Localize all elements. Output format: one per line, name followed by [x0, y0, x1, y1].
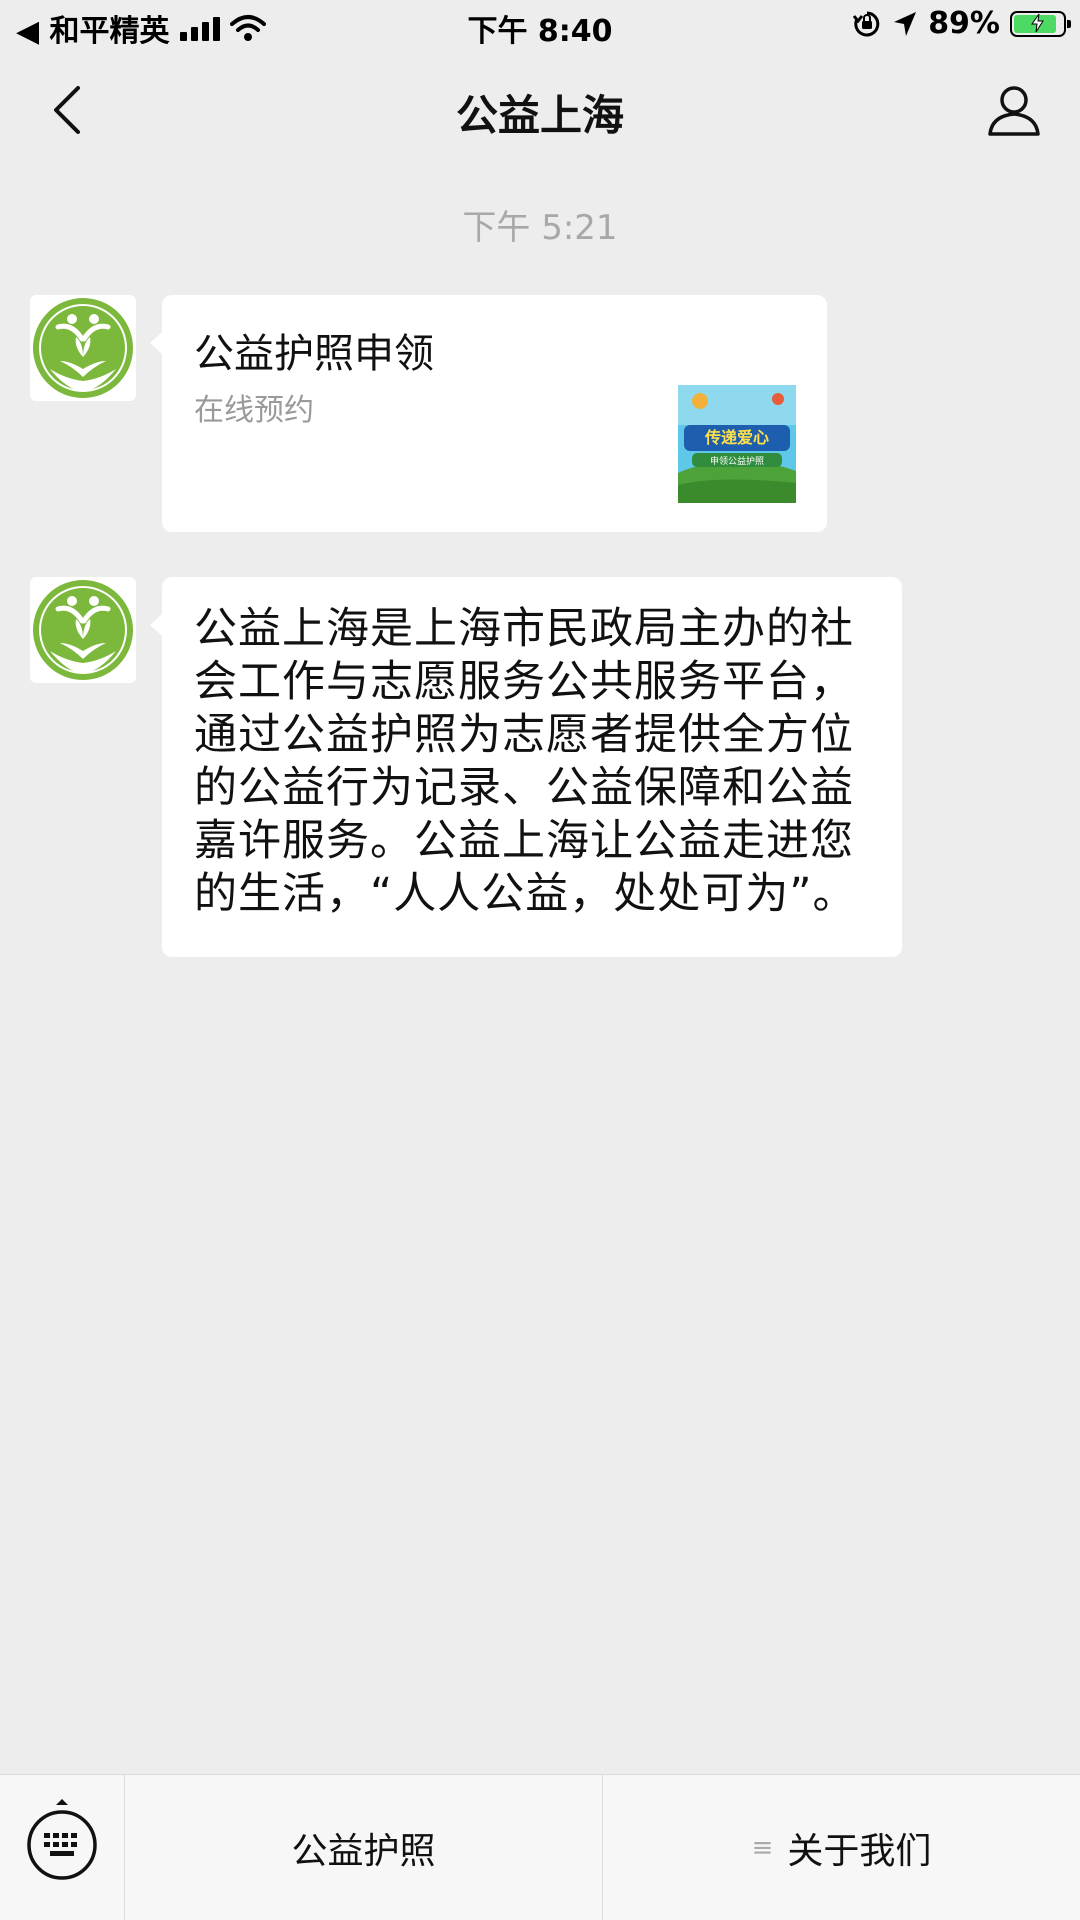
keyboard-toggle-button[interactable] [0, 1775, 125, 1920]
message-line: 的生活，“人人公益，处处可为”。 [194, 869, 857, 919]
card-subtitle: 在线预约 [194, 393, 314, 428]
menu-gongyi-passport[interactable]: 公益护照 [125, 1775, 603, 1920]
nav-bar: 公益上海 [0, 52, 1080, 168]
battery-percent: 89% [928, 6, 1000, 41]
menu-label: 关于我们 [787, 1831, 932, 1872]
thumb-headline: 传递爱心 [704, 428, 769, 447]
message-line: 会工作与志愿服务公共服务平台， [194, 657, 854, 707]
submenu-lines-icon: ≡ [751, 1833, 774, 1863]
message-text: 公益上海是上海市民政局主办的社 会工作与志愿服务公共服务平台， 通过公益护照为志… [194, 603, 894, 921]
official-account-avatar[interactable] [30, 295, 136, 401]
location-arrow-icon [894, 11, 917, 36]
battery-icon [1010, 10, 1071, 37]
charging-bolt-icon [1031, 13, 1044, 32]
message-line: 公益上海是上海市民政局主办的社 [194, 604, 854, 654]
status-bar: ◀ 和平精英 下午 8:40 89% [0, 0, 1080, 52]
thumb-subline: 申领公益护照 [710, 455, 764, 467]
keyboard-icon [27, 1799, 97, 1880]
message-timestamp: 下午 5:21 [462, 208, 618, 248]
thumbnail-banner-image: 传递爱心 申领公益护照 [678, 385, 796, 503]
text-message[interactable]: 公益上海是上海市民政局主办的社 会工作与志愿服务公共服务平台， 通过公益护照为志… [150, 577, 902, 957]
status-right: 89% [852, 6, 1071, 41]
orientation-lock-icon [853, 11, 880, 36]
gongyi-logo-icon [33, 580, 133, 680]
page-title: 公益上海 [455, 91, 624, 140]
chat-screen: ◀ 和平精英 下午 8:40 89% 公益上海 下午 5:21 公益护照申领 在… [0, 0, 1080, 1920]
message-line: 通过公益护照为志愿者提供全方位 [194, 710, 854, 760]
menu-label: 公益护照 [291, 1831, 436, 1872]
gongyi-logo-icon [33, 298, 133, 398]
profile-icon[interactable] [984, 80, 1044, 140]
card-thumbnail: 传递爱心 申领公益护照 [678, 385, 796, 503]
message-line: 的公益行为记录、公益保障和公益 [194, 763, 854, 813]
bottom-menu-bar: 公益护照 ≡ 关于我们 [0, 1774, 1080, 1920]
message-line: 嘉许服务。公益上海让公益走进您 [194, 816, 854, 866]
card-title: 公益护照申领 [194, 331, 434, 377]
official-account-avatar[interactable] [30, 577, 136, 683]
menu-about-us[interactable]: ≡ 关于我们 [603, 1775, 1080, 1920]
link-card-message[interactable]: 公益护照申领 在线预约 传递爱心 申领公益护照 [150, 295, 827, 532]
